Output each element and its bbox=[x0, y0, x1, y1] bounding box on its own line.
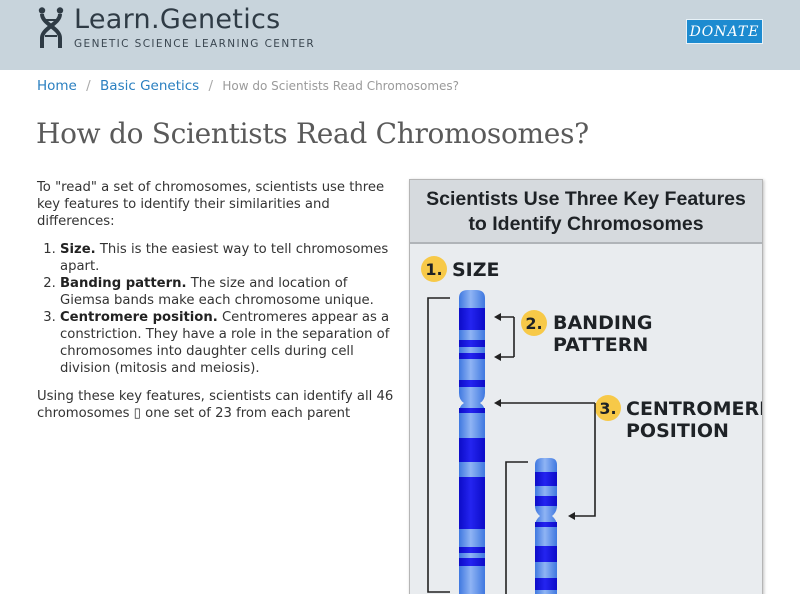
list-item-term: Banding pattern. bbox=[60, 276, 187, 291]
banding-arrowhead bbox=[494, 353, 501, 361]
chromosome-band bbox=[459, 438, 485, 462]
centromere-label-line1: CENTROMERE bbox=[626, 398, 763, 420]
chromosome-band bbox=[535, 546, 557, 562]
chromosome-band bbox=[535, 472, 557, 486]
centromere-arrowhead bbox=[494, 399, 501, 407]
dna-logo-icon bbox=[38, 7, 64, 48]
breadcrumb: Home / Basic Genetics / How do Scientist… bbox=[37, 78, 459, 94]
size-bracket bbox=[427, 297, 450, 593]
intro-paragraph: To "read" a set of chromosomes, scientis… bbox=[37, 180, 385, 229]
key-features-list: Size. This is the easiest way to tell ch… bbox=[60, 241, 397, 377]
logo-title: Learn.Genetics bbox=[74, 4, 281, 35]
banding-label-line2: PATTERN bbox=[553, 334, 648, 356]
centromere-arrowhead bbox=[568, 512, 575, 520]
chromosome-band bbox=[459, 380, 485, 387]
figure-title-line2: to Identify Chromosomes bbox=[468, 213, 704, 235]
chromosome-band bbox=[459, 353, 485, 359]
breadcrumb-home-link[interactable]: Home bbox=[37, 78, 77, 94]
list-item: Size. This is the easiest way to tell ch… bbox=[60, 241, 397, 275]
chromosome-band bbox=[459, 558, 485, 566]
chromosome-features-figure: 1. SIZE 2. BANDING PATTERN 3. CENTROMERE… bbox=[409, 179, 763, 594]
banding-arrowhead bbox=[494, 313, 501, 321]
small-size-bracket bbox=[505, 461, 528, 594]
list-item-term: Size. bbox=[60, 242, 96, 257]
outro-paragraph: Using these key features, scientists can… bbox=[37, 389, 394, 421]
list-item: Banding pattern. The size and location o… bbox=[60, 275, 397, 309]
article-body: To "read" a set of chromosomes, scientis… bbox=[37, 179, 397, 433]
breadcrumb-basic-genetics-link[interactable]: Basic Genetics bbox=[100, 78, 199, 94]
size-number: 1. bbox=[425, 260, 442, 279]
chromosome-band bbox=[459, 477, 485, 529]
list-item-term: Centromere position. bbox=[60, 310, 218, 325]
breadcrumb-separator: / bbox=[208, 78, 214, 94]
figure-title: Scientists Use Three Key Features to Ide… bbox=[410, 180, 762, 244]
breadcrumb-current: How do Scientists Read Chromosomes? bbox=[222, 79, 460, 93]
donate-button[interactable]: DONATE bbox=[686, 19, 763, 44]
chromosome-band bbox=[459, 340, 485, 347]
site-header: Learn.Genetics GENETIC SCIENCE LEARNING … bbox=[0, 0, 800, 70]
figure-title-line1: Scientists Use Three Key Features bbox=[426, 188, 746, 210]
chromosome-band bbox=[459, 308, 485, 330]
breadcrumb-separator: / bbox=[86, 78, 91, 94]
logo-subtitle: GENETIC SCIENCE LEARNING CENTER bbox=[74, 38, 316, 50]
site-logo[interactable]: Learn.Genetics GENETIC SCIENCE LEARNING … bbox=[36, 6, 315, 50]
centromere-number: 3. bbox=[599, 399, 616, 418]
chromosome-band bbox=[459, 547, 485, 553]
banding-number: 2. bbox=[525, 314, 542, 333]
chromosome-band bbox=[459, 408, 485, 413]
list-item: Centromere position. Centromeres appear … bbox=[60, 309, 397, 377]
list-item-text: This is the easiest way to tell chromoso… bbox=[60, 242, 389, 274]
chromosome-band bbox=[535, 522, 557, 527]
centromere-label-line2: POSITION bbox=[626, 420, 729, 442]
centromere-arrow-small bbox=[570, 403, 596, 517]
banding-label-line1: BANDING bbox=[553, 312, 652, 334]
size-label: SIZE bbox=[452, 259, 500, 281]
page-title: How do Scientists Read Chromosomes? bbox=[36, 117, 589, 150]
chromosome-band bbox=[535, 496, 557, 506]
chromosome-band bbox=[535, 578, 557, 590]
